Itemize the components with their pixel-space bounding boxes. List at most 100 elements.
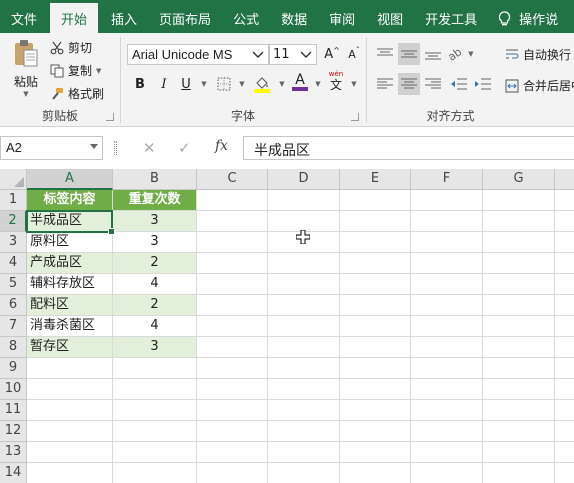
cell[interactable] (483, 253, 555, 274)
clipboard-launcher-icon[interactable] (106, 113, 114, 121)
cell[interactable] (268, 463, 340, 483)
cell[interactable] (340, 316, 411, 337)
cell[interactable] (197, 211, 268, 232)
cell[interactable] (27, 400, 113, 421)
align-left-button[interactable] (374, 73, 396, 95)
cell[interactable] (197, 232, 268, 253)
cell[interactable] (411, 337, 483, 358)
cell[interactable] (268, 190, 340, 211)
cell[interactable] (483, 463, 555, 483)
font-name-select[interactable]: Arial Unicode MS (127, 44, 269, 65)
column-header-d[interactable]: D (268, 169, 340, 190)
cell[interactable] (555, 316, 574, 337)
borders-dropdown-icon[interactable]: ▼ (231, 73, 253, 95)
align-top-button[interactable] (374, 43, 396, 65)
wrap-text-button[interactable]: 自动换行 (505, 46, 571, 63)
cell[interactable] (268, 379, 340, 400)
cell[interactable] (483, 337, 555, 358)
cell[interactable] (555, 358, 574, 379)
table-header-cell[interactable]: 标签内容 (27, 190, 113, 211)
tab-data[interactable]: 数据 (270, 4, 318, 33)
table-cell[interactable]: 3 (113, 211, 197, 232)
fill-color-button[interactable] (251, 73, 273, 95)
cell[interactable] (27, 379, 113, 400)
row-header-3[interactable]: 3 (0, 232, 27, 253)
column-header-a[interactable]: A (27, 169, 113, 190)
cell[interactable] (27, 421, 113, 442)
tab-insert[interactable]: 插入 (100, 4, 148, 33)
row-header-7[interactable]: 7 (0, 316, 27, 337)
tab-page-layout[interactable]: 页面布局 (148, 4, 222, 33)
cell[interactable] (555, 253, 574, 274)
cell[interactable] (411, 232, 483, 253)
underline-dropdown-icon[interactable]: ▼ (193, 73, 215, 95)
row-header-11[interactable]: 11 (0, 400, 27, 421)
cell[interactable] (197, 400, 268, 421)
cell[interactable] (340, 463, 411, 483)
column-header-c[interactable]: C (197, 169, 268, 190)
formula-input[interactable]: 半成品区 (243, 136, 574, 160)
table-cell[interactable]: 半成品区 (27, 211, 113, 232)
column-header-g[interactable]: G (483, 169, 555, 190)
table-cell[interactable]: 产成品区 (27, 253, 113, 274)
table-cell[interactable]: 配料区 (27, 295, 113, 316)
cell[interactable] (197, 421, 268, 442)
row-header-13[interactable]: 13 (0, 442, 27, 463)
formula-bar-grip[interactable] (114, 141, 117, 155)
cell[interactable] (340, 400, 411, 421)
cell[interactable] (555, 442, 574, 463)
cell[interactable] (555, 232, 574, 253)
cell[interactable] (483, 295, 555, 316)
cell[interactable] (411, 316, 483, 337)
insert-function-icon[interactable]: fx (215, 138, 228, 154)
cell[interactable] (197, 337, 268, 358)
cell[interactable] (268, 253, 340, 274)
cell[interactable] (197, 274, 268, 295)
name-box[interactable]: A2 (0, 136, 103, 160)
column-header-f[interactable]: F (411, 169, 483, 190)
cell[interactable] (555, 463, 574, 483)
cell[interactable] (555, 400, 574, 421)
tab-review[interactable]: 审阅 (318, 4, 366, 33)
cell[interactable] (483, 232, 555, 253)
align-right-button[interactable] (422, 73, 444, 95)
table-cell[interactable]: 4 (113, 316, 197, 337)
increase-indent-button[interactable] (472, 73, 494, 95)
cell[interactable] (555, 190, 574, 211)
table-cell[interactable]: 消毒杀菌区 (27, 316, 113, 337)
table-header-cell[interactable]: 重复次数 (113, 190, 197, 211)
row-header-5[interactable]: 5 (0, 274, 27, 295)
cell[interactable] (340, 295, 411, 316)
font-launcher-icon[interactable] (351, 113, 359, 121)
cell[interactable] (268, 316, 340, 337)
cell[interactable] (113, 379, 197, 400)
row-header-8[interactable]: 8 (0, 337, 27, 358)
phonetic-dropdown-icon[interactable]: ▼ (343, 73, 365, 95)
cell[interactable] (268, 337, 340, 358)
orientation-button[interactable]: ab ▼ (446, 43, 474, 65)
cell[interactable] (555, 211, 574, 232)
tab-home[interactable]: 开始 (50, 3, 99, 33)
cell[interactable] (113, 463, 197, 483)
tab-formulas[interactable]: 公式 (222, 4, 270, 33)
cell[interactable] (411, 442, 483, 463)
cell[interactable] (340, 253, 411, 274)
worksheet-grid[interactable]: A B C D E F G 1 2 3 4 5 6 7 8 9 10 11 12 13 14 标签内容 重复次数 半成品区 3 原… (0, 169, 574, 483)
row-header-9[interactable]: 9 (0, 358, 27, 379)
cell[interactable] (411, 358, 483, 379)
cell[interactable] (268, 400, 340, 421)
cell[interactable] (268, 211, 340, 232)
cell[interactable] (483, 190, 555, 211)
chevron-down-icon[interactable] (90, 144, 98, 149)
table-cell[interactable]: 4 (113, 274, 197, 295)
paste-button[interactable]: 粘贴 ▼ (8, 39, 44, 99)
cell[interactable] (113, 358, 197, 379)
cell[interactable] (268, 295, 340, 316)
cell[interactable] (411, 400, 483, 421)
copy-button[interactable]: 复制 ▼ (50, 62, 101, 79)
cell[interactable] (483, 358, 555, 379)
row-header-12[interactable]: 12 (0, 421, 27, 442)
cell[interactable] (483, 442, 555, 463)
cell[interactable] (555, 295, 574, 316)
table-cell[interactable]: 辅料存放区 (27, 274, 113, 295)
